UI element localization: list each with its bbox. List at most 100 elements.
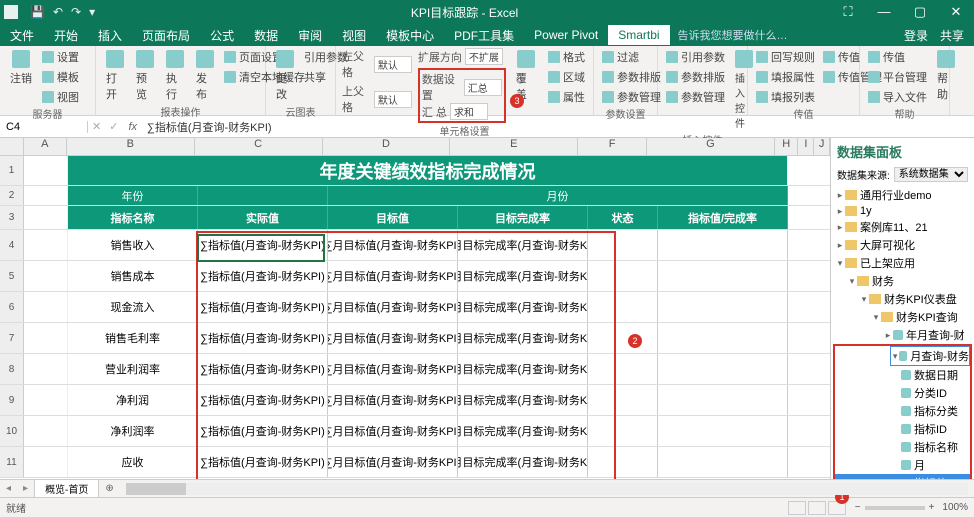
tab-review[interactable]: 审阅 (288, 24, 332, 47)
target-value[interactable]: ∑月目标值(月查询-财务KPI) (328, 261, 458, 291)
actual-value[interactable]: ∑指标值(月查询-财务KPI) (198, 447, 328, 477)
tree-field[interactable]: 指标ID (835, 420, 970, 438)
row-header[interactable]: 4 (0, 230, 24, 260)
ratio-cell[interactable] (658, 292, 788, 322)
fill-prop-button[interactable]: 填报属性 (754, 68, 817, 86)
summary-dropdown[interactable]: 求和 (450, 103, 488, 120)
target-value[interactable]: ∑月目标值(月查询-财务KPI) (328, 292, 458, 322)
completion-rate[interactable]: ∑月目标完成率(月查询-财务KPI) (458, 292, 588, 322)
ratio-cell[interactable] (658, 416, 788, 446)
row-header[interactable]: 7 (0, 323, 24, 353)
cell[interactable] (24, 230, 68, 260)
share-button[interactable]: 共享 (940, 27, 964, 44)
ribbon-collapse-icon[interactable]: ⛶ (834, 4, 862, 20)
property-button[interactable]: 属性 (546, 88, 587, 106)
month-header[interactable]: 月份 (328, 186, 788, 205)
metric-name[interactable]: 销售收入 (68, 230, 198, 260)
param-layout-button[interactable]: 参数排版 (600, 68, 663, 86)
zoom-level[interactable]: 100% (942, 502, 968, 513)
dataset-tree[interactable]: ▸通用行业demo ▸1y ▸案例库11、21 ▸大屏可视化 ▾已上架应用 ▾财… (831, 184, 974, 479)
status-cell[interactable] (588, 416, 658, 446)
tree-root[interactable]: ▸通用行业demo (831, 186, 974, 204)
filter-button[interactable]: 过滤 (600, 48, 663, 66)
table-header[interactable]: 实际值 (198, 206, 328, 229)
tree-item[interactable]: ▾财务KPI仪表盘 (831, 290, 974, 308)
tab-template[interactable]: 模板中心 (376, 24, 444, 47)
status-cell[interactable] (588, 354, 658, 384)
table-header[interactable]: 目标完成率 (458, 206, 588, 229)
tab-data[interactable]: 数据 (244, 24, 288, 47)
report-title[interactable]: 年度关键绩效指标完成情况 (68, 156, 788, 185)
scrollbar-thumb[interactable] (126, 483, 186, 495)
col-header[interactable]: E (450, 138, 578, 155)
view-normal-button[interactable] (788, 501, 806, 515)
completion-rate[interactable]: ∑月目标完成率(月查询-财务KPI) (458, 447, 588, 477)
metric-name[interactable]: 营业利润率 (68, 354, 198, 384)
table-header[interactable]: 指标值/完成率 (658, 206, 788, 229)
metric-name[interactable]: 销售毛利率 (68, 323, 198, 353)
table-header[interactable]: 状态 (588, 206, 658, 229)
tab-pdf[interactable]: PDF工具集 (444, 24, 524, 47)
metric-name[interactable]: 应收 (68, 447, 198, 477)
metric-name[interactable]: 净利润 (68, 385, 198, 415)
qat-dropdown-icon[interactable]: ▾ (89, 5, 95, 19)
actual-value[interactable]: ∑指标值(月查询-财务KPI) (198, 230, 328, 260)
qat-save-icon[interactable]: 💾 (30, 5, 45, 19)
ratio-cell[interactable] (658, 230, 788, 260)
cell[interactable] (24, 416, 68, 446)
view-pagelayout-button[interactable] (808, 501, 826, 515)
row-header[interactable]: 9 (0, 385, 24, 415)
col-header[interactable]: H (775, 138, 799, 155)
tab-insert[interactable]: 插入 (88, 24, 132, 47)
cell[interactable] (24, 186, 68, 205)
param-mgmt2-button[interactable]: 参数管理 (664, 88, 727, 106)
col-header[interactable]: I (798, 138, 814, 155)
col-header[interactable]: G (647, 138, 775, 155)
status-cell[interactable] (588, 230, 658, 260)
template-check[interactable]: 模板 (40, 68, 81, 86)
actual-value[interactable]: ∑指标值(月查询-财务KPI) (198, 385, 328, 415)
fx-cancel-icon[interactable]: ✕ (88, 120, 105, 133)
actual-value[interactable]: ∑指标值(月查询-财务KPI) (198, 323, 328, 353)
tree-field[interactable]: 指标名称 (835, 438, 970, 456)
horizontal-scrollbar[interactable] (126, 483, 968, 495)
datasource-select[interactable]: 系统数据集 (894, 167, 968, 182)
help-button[interactable]: 帮助 (933, 48, 959, 106)
tree-field[interactable]: 分类ID (835, 384, 970, 402)
sheet-tab[interactable]: 概览-首页 (34, 479, 99, 498)
tree-item[interactable]: ▸1y (831, 204, 974, 218)
metric-name[interactable]: 销售成本 (68, 261, 198, 291)
sheet-nav-prev-icon[interactable]: ◂ (0, 483, 17, 494)
cell[interactable] (24, 292, 68, 322)
target-value[interactable]: ∑月目标值(月查询-财务KPI) (328, 230, 458, 260)
tree-field[interactable]: 月 (835, 456, 970, 474)
cell[interactable] (198, 186, 328, 205)
tree-item[interactable]: ▾财务 (831, 272, 974, 290)
table-header[interactable]: 指标名称 (68, 206, 198, 229)
fx-confirm-icon[interactable]: ✓ (105, 120, 122, 133)
actual-value[interactable]: ∑指标值(月查询-财务KPI) (198, 354, 328, 384)
left-parent-dropdown[interactable]: 默认 (374, 56, 412, 73)
actual-value[interactable]: ∑指标值(月查询-财务KPI) (198, 292, 328, 322)
col-header[interactable]: J (814, 138, 830, 155)
zoom-out-button[interactable]: − (855, 502, 861, 513)
tab-file[interactable]: 文件 (0, 24, 44, 47)
ratio-cell[interactable] (658, 354, 788, 384)
fx-icon[interactable]: fx (122, 121, 143, 133)
fill-list-button[interactable]: 填报列表 (754, 88, 817, 106)
col-header[interactable]: A (24, 138, 67, 155)
completion-rate[interactable]: ∑月目标完成率(月查询-财务KPI) (458, 323, 588, 353)
table-header[interactable]: 目标值 (328, 206, 458, 229)
status-cell[interactable] (588, 323, 658, 353)
tree-field[interactable]: 数据日期 (835, 366, 970, 384)
cell[interactable] (24, 385, 68, 415)
completion-rate[interactable]: ∑月目标完成率(月查询-财务KPI) (458, 230, 588, 260)
name-box[interactable]: C4 (0, 121, 88, 133)
tree-item[interactable]: ▸案例库11、21 (831, 218, 974, 236)
status-cell[interactable] (588, 292, 658, 322)
tab-view[interactable]: 视图 (332, 24, 376, 47)
col-header[interactable]: C (195, 138, 323, 155)
target-value[interactable]: ∑月目标值(月查询-财务KPI) (328, 416, 458, 446)
sheet-nav-next-icon[interactable]: ▸ (17, 483, 34, 494)
format-button[interactable]: 格式 (546, 48, 587, 66)
